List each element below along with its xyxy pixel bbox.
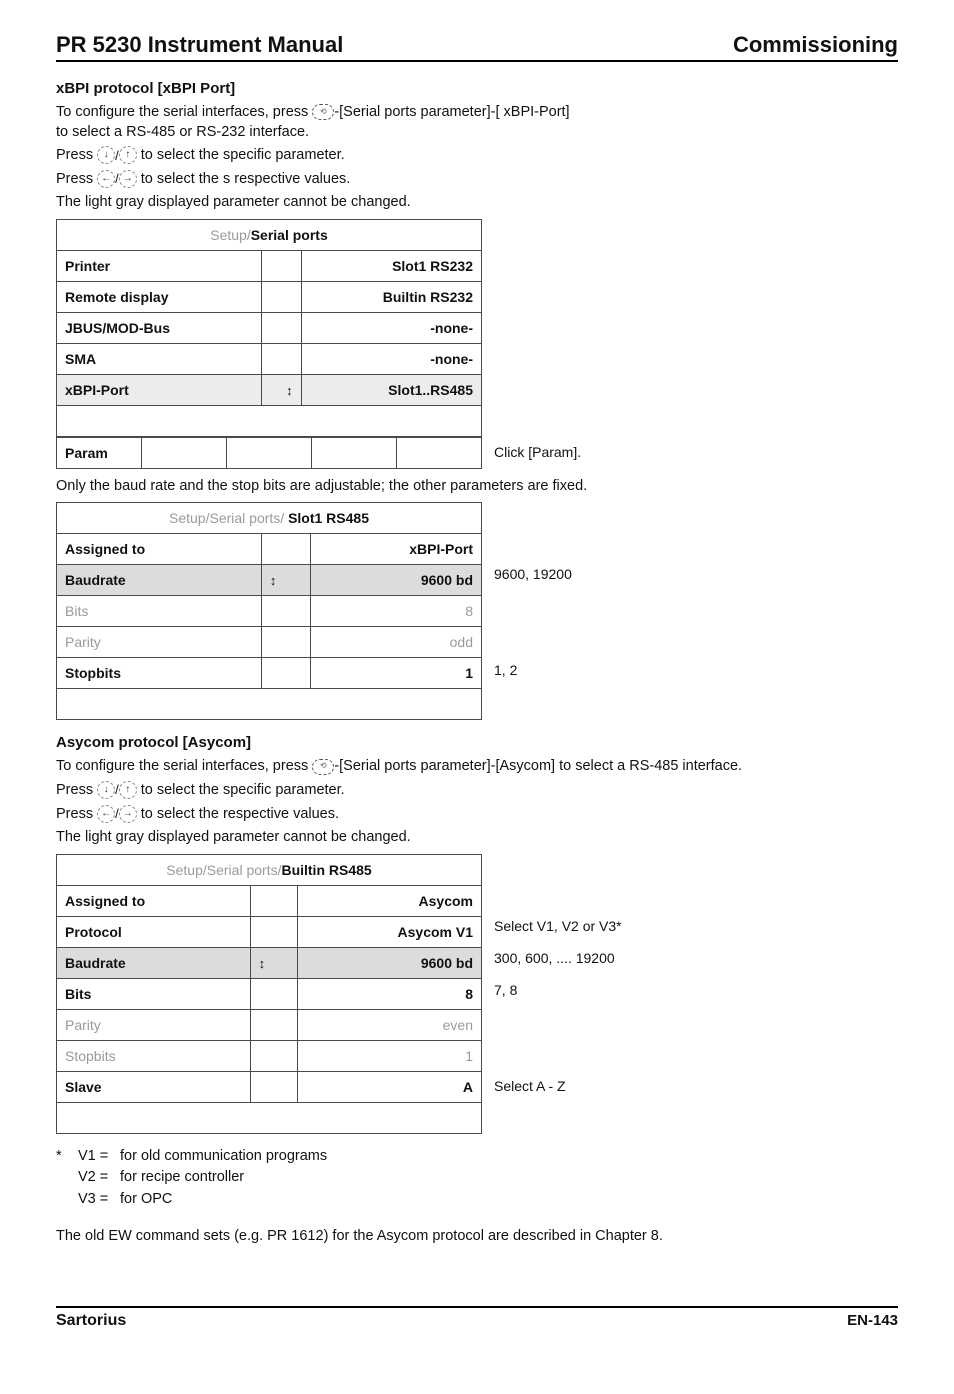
row-label: Assigned to (57, 534, 262, 565)
row-label: Baudrate (57, 947, 251, 978)
setup-serial-ports-panel: Setup/Serial ports Printer Slot1 RS232 Re… (56, 219, 482, 437)
panel-title-muted: Setup/ (210, 227, 250, 243)
footer-left: Sartorius (56, 1312, 126, 1330)
intro-text: Press (56, 171, 97, 187)
annotation: 300, 600, .... 19200 (494, 950, 898, 982)
row-label: Assigned to (57, 885, 251, 916)
row-label: Remote display (57, 281, 262, 312)
row-label: Parity (57, 627, 262, 658)
row-value: xBPI-Port (311, 534, 482, 565)
panel-title-bold: Serial ports (251, 227, 328, 243)
panel-title-bold: Slot1 RS485 (288, 510, 369, 526)
slot1-rs485-panel: Setup/Serial ports/ Slot1 RS485 Assigned… (56, 502, 482, 720)
row-value: A (297, 1071, 481, 1102)
softkey-blank (227, 437, 312, 468)
annotation (494, 1046, 898, 1078)
mid-note: Only the baud rate and the stop bits are… (56, 477, 898, 497)
page-header-left: PR 5230 Instrument Manual (56, 32, 343, 58)
annotation (494, 598, 898, 630)
row-value: odd (311, 627, 482, 658)
footnote-definitions: *V1 =for old communication programs V2 =… (56, 1146, 898, 1211)
row-value: Builtin RS232 (301, 281, 481, 312)
row-label: Printer (57, 250, 262, 281)
row-value: -none- (301, 312, 481, 343)
intro-text: Press (56, 806, 97, 822)
row-label: Bits (57, 978, 251, 1009)
row-label: Protocol (57, 916, 251, 947)
section-heading-asycom: Asycom protocol [Asycom] (56, 734, 898, 751)
up-down-icon: ↕ (286, 387, 293, 395)
intro-text: Press (56, 147, 97, 163)
annotation: 9600, 19200 (494, 566, 898, 598)
row-value: 9600 bd (311, 565, 482, 596)
setup-icon: ⟲ (312, 759, 334, 775)
intro-text: to select the specific parameter. (141, 782, 345, 798)
row-value: 8 (297, 978, 481, 1009)
row-value: 9600 bd (297, 947, 481, 978)
footer-right: EN-143 (847, 1312, 898, 1329)
up-down-icon: ↕ (270, 577, 277, 585)
annotation (494, 1014, 898, 1046)
row-label: Slave (57, 1071, 251, 1102)
row-value: 8 (311, 596, 482, 627)
row-label: Baudrate (57, 565, 262, 596)
annotation (494, 886, 898, 918)
closing-note: The old EW command sets (e.g. PR 1612) f… (56, 1227, 898, 1247)
left-right-arrows-icon: ←/→ (97, 170, 137, 188)
softkey-blank (397, 437, 482, 468)
row-label: Stopbits (57, 1040, 251, 1071)
intro-text: The light gray displayed parameter canno… (56, 193, 898, 213)
intro-text: to select a RS-485 or RS-232 interface. (56, 124, 309, 140)
intro-text: -[Serial ports parameter]-[Asycom] to se… (334, 758, 742, 774)
intro-text: to select the s respective values. (141, 171, 351, 187)
intro-text: To configure the serial interfaces, pres… (56, 758, 312, 774)
builtin-rs485-panel: Setup/Serial ports/Builtin RS485 Assigne… (56, 854, 482, 1134)
softkey-param[interactable]: Param (57, 437, 142, 468)
panel-title-muted: Setup/Serial ports/ (166, 862, 281, 878)
softkey-blank (142, 437, 227, 468)
row-value: 1 (311, 658, 482, 689)
intro-text: to select the respective values. (141, 806, 339, 822)
softkey-blank (312, 437, 397, 468)
panel-title-muted: Setup/Serial ports/ (169, 510, 288, 526)
up-down-arrows-icon: ↓/↑ (97, 146, 137, 164)
row-label: Stopbits (57, 658, 262, 689)
row-label: Parity (57, 1009, 251, 1040)
section-heading-xbpi: xBPI protocol [xBPI Port] (56, 80, 898, 97)
row-value: 1 (297, 1040, 481, 1071)
row-value: Slot1..RS485 (301, 374, 481, 405)
setup-icon: ⟲ (312, 104, 334, 120)
annotation-param: Click [Param]. (494, 435, 898, 469)
row-label: Bits (57, 596, 262, 627)
annotation: Select V1, V2 or V3* (494, 918, 898, 950)
up-down-icon: ↕ (259, 960, 266, 968)
intro-text: to select the specific parameter. (141, 147, 345, 163)
row-label: JBUS/MOD-Bus (57, 312, 262, 343)
row-label: SMA (57, 343, 262, 374)
intro-text: Press (56, 782, 97, 798)
annotation (494, 534, 898, 566)
row-value: -none- (301, 343, 481, 374)
row-value: Asycom V1 (297, 916, 481, 947)
intro-text: The light gray displayed parameter canno… (56, 828, 898, 848)
up-down-arrows-icon: ↓/↑ (97, 781, 137, 799)
intro-text: To configure the serial interfaces, pres… (56, 104, 312, 120)
row-value: even (297, 1009, 481, 1040)
row-value: Slot1 RS232 (301, 250, 481, 281)
page-header-right: Commissioning (733, 32, 898, 58)
annotation: 1, 2 (494, 662, 898, 694)
annotation: Select A - Z (494, 1078, 898, 1110)
row-label: xBPI-Port (57, 374, 262, 405)
annotation: 7, 8 (494, 982, 898, 1014)
left-right-arrows-icon: ←/→ (97, 805, 137, 823)
row-value: Asycom (297, 885, 481, 916)
intro-text: -[Serial ports parameter]-[ xBPI-Port] (334, 104, 569, 120)
panel-title-bold: Builtin RS485 (281, 862, 371, 878)
annotation (494, 630, 898, 662)
